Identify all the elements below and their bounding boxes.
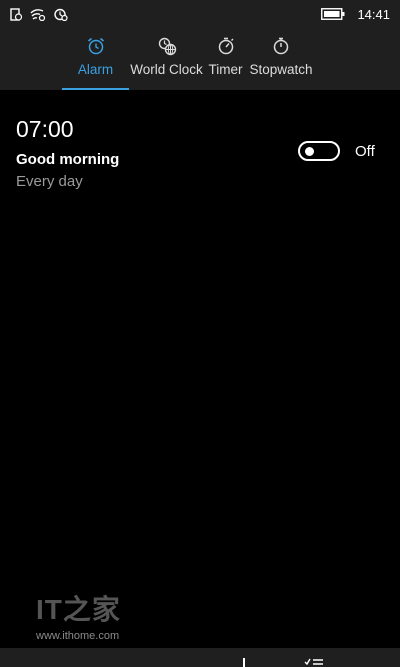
tab-stopwatch[interactable]: Stopwatch	[247, 36, 315, 90]
watermark-logo: IT之家	[36, 594, 121, 625]
tab-strip: Alarm World Clock Timer Stopwatch	[62, 36, 315, 90]
tab-world-clock[interactable]: World Clock	[129, 36, 204, 90]
tab-world-clock-label: World Clock	[130, 62, 203, 77]
battery-icon	[321, 8, 345, 20]
tab-alarm-label: Alarm	[77, 62, 114, 77]
stopwatch-icon	[273, 37, 289, 55]
tab-timer[interactable]: Timer	[204, 36, 247, 90]
app-bar-add-icon[interactable]	[243, 658, 245, 667]
alarm-status-icon	[54, 8, 68, 21]
alarm-time: 07:00	[16, 116, 74, 142]
app-bar-select-icon[interactable]	[304, 658, 324, 667]
status-time: 14:41	[357, 6, 390, 22]
watermark-url: www.ithome.com	[36, 630, 120, 642]
wifi-icon	[30, 8, 46, 21]
tab-timer-label: Timer	[208, 62, 243, 77]
tab-header: Alarm World Clock Timer Stopwatch	[0, 28, 400, 90]
message-icon	[10, 7, 22, 21]
alarm-toggle-label: Off	[355, 142, 375, 160]
alarm-clock-icon	[87, 37, 104, 55]
world-clock-icon	[158, 37, 176, 56]
app-bar	[0, 648, 400, 667]
toggle-knob	[305, 147, 314, 156]
alarm-toggle-group: Off	[298, 141, 375, 161]
status-icons-left	[10, 7, 68, 21]
alarm-repeat: Every day	[16, 173, 83, 190]
timer-icon	[218, 37, 233, 55]
watermark: IT之家 www.ithome.com	[36, 588, 121, 642]
tab-stopwatch-label: Stopwatch	[249, 62, 313, 77]
tab-alarm[interactable]: Alarm	[62, 36, 129, 90]
status-icons-right: 14:41	[321, 7, 390, 22]
status-bar: 14:41	[0, 0, 400, 28]
alarm-toggle-switch[interactable]	[298, 141, 340, 161]
